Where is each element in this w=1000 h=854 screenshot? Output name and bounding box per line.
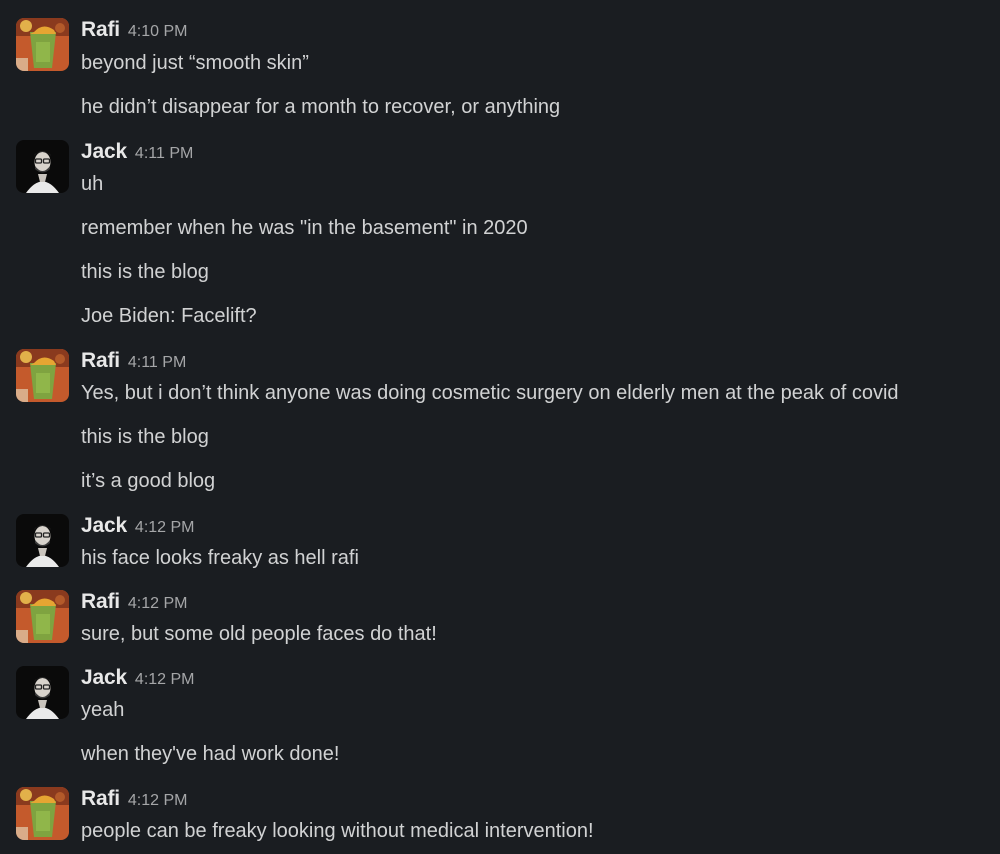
message-header: Rafi 4:11 PM (81, 347, 186, 375)
message-text: people can be freaky looking without med… (81, 820, 594, 842)
message-text: when they've had work done! (81, 743, 340, 765)
message-header: Rafi 4:12 PM (81, 588, 187, 616)
author-name[interactable]: Jack (81, 666, 127, 689)
author-name[interactable]: Jack (81, 514, 127, 537)
timestamp[interactable]: 4:12 PM (128, 792, 188, 809)
author-name[interactable]: Jack (81, 140, 127, 163)
timestamp[interactable]: 4:12 PM (135, 519, 195, 536)
jack-avatar-icon[interactable] (16, 140, 69, 193)
rafi-avatar-icon[interactable] (16, 787, 69, 840)
message-header: Jack 4:11 PM (81, 138, 193, 166)
rafi-avatar-icon[interactable] (16, 18, 69, 71)
message-header: Jack 4:12 PM (81, 664, 195, 692)
jack-avatar-icon[interactable] (16, 514, 69, 567)
jack-avatar-icon[interactable] (16, 666, 69, 719)
message-text: it’s a good blog (81, 470, 216, 492)
message-list: Rafi 4:10 PM beyond just “smooth skin” he… (0, 0, 1000, 854)
message-text: Joe Biden: Facelift? (81, 305, 257, 327)
message-text: sure, but some old people faces do that! (81, 623, 437, 645)
author-name[interactable]: Rafi (81, 590, 120, 613)
message-header: Jack 4:12 PM (81, 512, 195, 540)
author-name[interactable]: Rafi (81, 18, 120, 41)
message-text: uh (81, 173, 104, 195)
rafi-avatar-icon[interactable] (16, 590, 69, 643)
rafi-avatar-icon[interactable] (16, 349, 69, 402)
message-text: yeah (81, 699, 125, 721)
message-text: his face looks freaky as hell rafi (81, 547, 359, 569)
author-name[interactable]: Rafi (81, 349, 120, 372)
message-text: he didn’t disappear for a month to recov… (81, 96, 561, 118)
message-text: this is the blog (81, 261, 209, 283)
message-text: this is the blog (81, 426, 209, 448)
timestamp[interactable]: 4:11 PM (135, 145, 193, 162)
message-text: beyond just “smooth skin” (81, 52, 309, 74)
timestamp[interactable]: 4:12 PM (128, 595, 188, 612)
timestamp[interactable]: 4:10 PM (128, 23, 188, 40)
message-text: Yes, but i don’t think anyone was doing … (81, 382, 899, 404)
timestamp[interactable]: 4:12 PM (135, 671, 195, 688)
message-header: Rafi 4:10 PM (81, 16, 187, 44)
message-header: Rafi 4:12 PM (81, 785, 187, 813)
timestamp[interactable]: 4:11 PM (128, 354, 186, 371)
author-name[interactable]: Rafi (81, 787, 120, 810)
message-text: remember when he was "in the basement" i… (81, 217, 528, 239)
